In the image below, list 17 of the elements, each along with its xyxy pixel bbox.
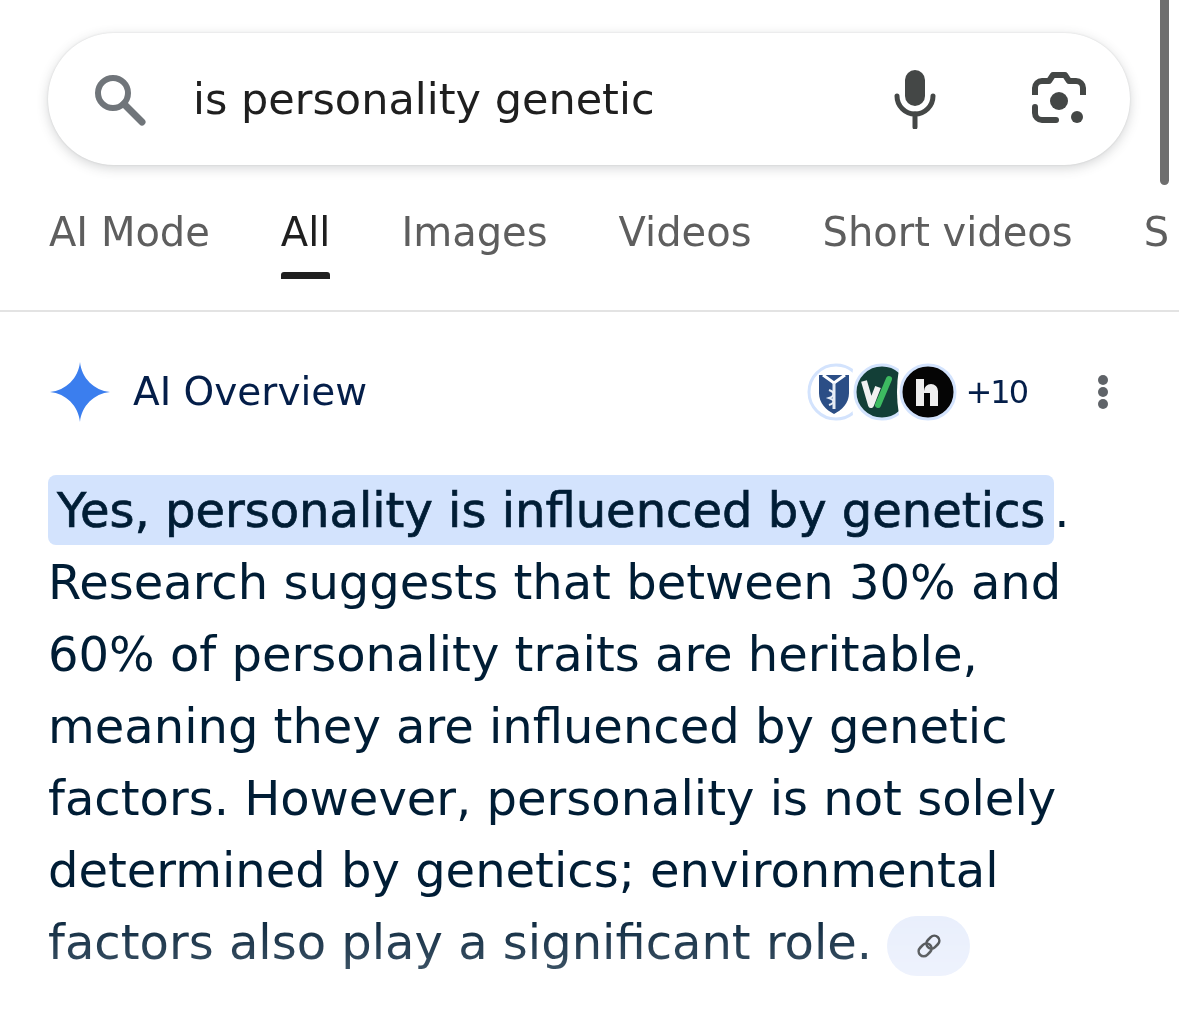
more-options-button[interactable]: [1098, 375, 1108, 409]
site-logo-icon[interactable]: [899, 363, 958, 421]
tab[interactable]: All: [280, 208, 331, 279]
section-title: AI Overview: [133, 368, 368, 416]
tab[interactable]: S: [1143, 208, 1170, 279]
source-count: +10: [965, 372, 1027, 412]
scrollbar-thumb[interactable]: [1160, 0, 1169, 185]
microphone-icon[interactable]: [893, 69, 937, 129]
search-input[interactable]: is personality genetic: [193, 69, 893, 129]
tab[interactable]: Images: [401, 208, 548, 279]
link-icon: [914, 932, 943, 960]
more-vert-icon: [1098, 375, 1108, 409]
tab[interactable]: AI Mode: [49, 208, 210, 279]
search-icon[interactable]: [92, 72, 146, 126]
sparkle-icon: [50, 362, 110, 422]
tab[interactable]: Short videos: [822, 208, 1073, 279]
tab[interactable]: Videos: [618, 208, 752, 279]
